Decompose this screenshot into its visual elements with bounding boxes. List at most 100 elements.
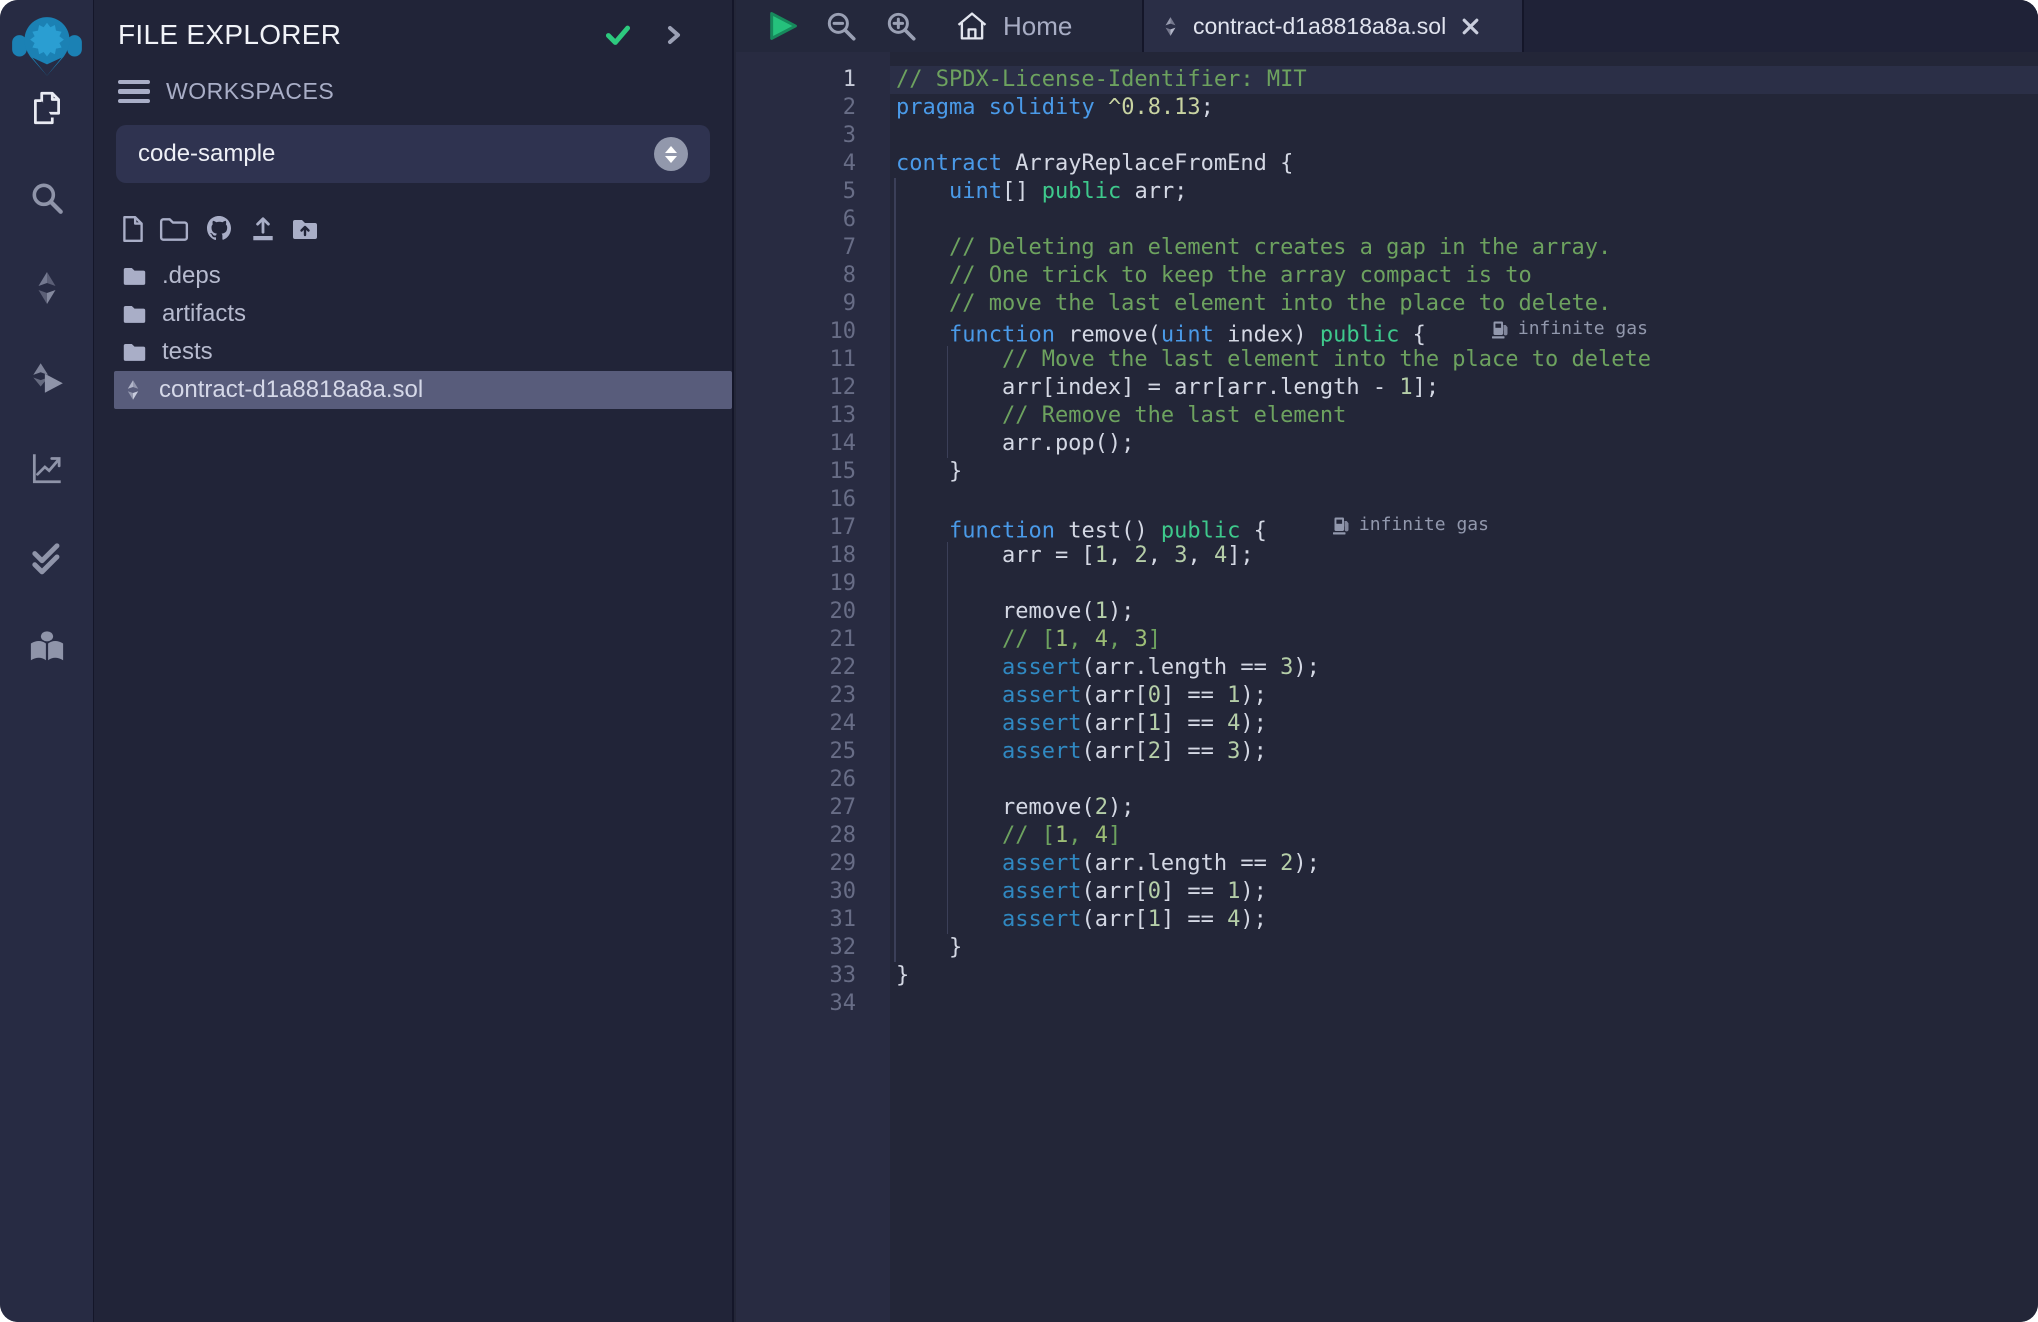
line-number[interactable]: 13 [736,402,890,430]
line-number[interactable]: 17 [736,514,890,542]
line-number[interactable]: 32 [736,934,890,962]
line-number[interactable]: 8 [736,262,890,290]
line-number[interactable]: 15 [736,458,890,486]
code-line[interactable]: function remove(uint index) public {infi… [890,318,2038,346]
folder-row-deps[interactable]: .deps [94,257,732,295]
remix-logo-icon[interactable] [10,6,84,80]
line-number[interactable]: 22 [736,654,890,682]
code-line[interactable]: remove(2); [890,794,2038,822]
close-tab-icon[interactable] [1460,16,1481,37]
tab-home[interactable]: Home [954,9,1072,43]
code-line[interactable] [890,990,2038,1018]
code-line[interactable]: arr = [1, 2, 3, 4]; [890,542,2038,570]
folder-row-artifacts[interactable]: artifacts [94,295,732,333]
code-line[interactable]: assert(arr[0] == 1); [890,878,2038,906]
code-line[interactable]: // Move the last element into the place … [890,346,2038,374]
code-line[interactable]: assert(arr[1] == 4); [890,710,2038,738]
line-number[interactable]: 14 [736,430,890,458]
code-line[interactable]: // [1, 4] [890,822,2038,850]
line-number[interactable]: 20 [736,598,890,626]
line-number[interactable]: 11 [736,346,890,374]
line-number[interactable]: 1 [736,66,890,94]
code-line[interactable]: // move the last element into the place … [890,290,2038,318]
new-folder-icon[interactable] [159,216,189,242]
code-line[interactable] [890,486,2038,514]
solidity-file-icon [122,378,144,402]
folder-row-tests[interactable]: tests [94,333,732,371]
line-number[interactable]: 33 [736,962,890,990]
line-number[interactable]: 7 [736,234,890,262]
line-number[interactable]: 9 [736,290,890,318]
github-clone-icon[interactable] [203,213,235,245]
line-number[interactable]: 4 [736,150,890,178]
code-line[interactable] [890,766,2038,794]
code-line[interactable]: uint[] public arr; [890,178,2038,206]
line-number[interactable]: 10 [736,318,890,346]
code-token: (arr[ [1081,683,1147,708]
workspace-select[interactable]: code-sample [116,125,710,183]
code-line[interactable] [890,570,2038,598]
line-number[interactable]: 16 [736,486,890,514]
line-number[interactable]: 34 [736,990,890,1018]
code-line[interactable]: pragma solidity ^0.8.13; [890,94,2038,122]
line-number[interactable]: 24 [736,710,890,738]
code-line[interactable]: assert(arr[0] == 1); [890,682,2038,710]
line-number[interactable]: 6 [736,206,890,234]
line-number[interactable]: 18 [736,542,890,570]
line-number[interactable]: 5 [736,178,890,206]
line-number[interactable]: 3 [736,122,890,150]
file-label: contract-d1a8818a8a.sol [159,376,423,404]
line-number[interactable]: 12 [736,374,890,402]
run-script-button[interactable] [766,9,800,43]
code-content[interactable]: // SPDX-License-Identifier: MITpragma so… [890,52,2038,1322]
sidebar-item-solidity-compiler[interactable] [0,260,94,316]
sidebar-item-solidity-analyzer[interactable] [0,440,94,496]
gas-estimate-label: infinite gas [1359,511,1489,539]
file-row-contract[interactable]: contract-d1a8818a8a.sol [114,371,732,409]
code-line[interactable]: // One trick to keep the array compact i… [890,262,2038,290]
code-line[interactable]: } [890,962,2038,990]
line-number[interactable]: 27 [736,794,890,822]
line-number[interactable]: 23 [736,682,890,710]
sidebar-item-file-explorer[interactable] [0,80,94,136]
line-number[interactable]: 21 [736,626,890,654]
code-line[interactable]: // Deleting an element creates a gap in … [890,234,2038,262]
code-line[interactable]: // [1, 4, 3] [890,626,2038,654]
line-number[interactable]: 19 [736,570,890,598]
sidebar-item-solidity-unit-testing[interactable] [0,530,94,586]
upload-file-icon[interactable] [249,215,277,243]
line-number[interactable]: 25 [736,738,890,766]
line-number[interactable]: 31 [736,906,890,934]
code-line[interactable]: remove(1); [890,598,2038,626]
line-number[interactable]: 29 [736,850,890,878]
tab-contract-file[interactable]: contract-d1a8818a8a.sol [1142,0,1524,52]
code-line[interactable]: arr.pop(); [890,430,2038,458]
code-line[interactable]: arr[index] = arr[arr.length - 1]; [890,374,2038,402]
code-line[interactable]: assert(arr[2] == 3); [890,738,2038,766]
sidebar-item-search[interactable] [0,170,94,226]
upload-folder-icon[interactable] [291,217,319,241]
workspaces-menu-icon[interactable] [118,80,150,104]
zoom-out-icon[interactable] [824,9,858,43]
code-line[interactable]: // SPDX-License-Identifier: MIT [890,66,2038,94]
code-area[interactable]: 1234567891011121314151617181920212223242… [736,52,2038,1322]
line-number[interactable]: 2 [736,94,890,122]
code-line[interactable]: contract ArrayReplaceFromEnd { [890,150,2038,178]
code-line[interactable] [890,206,2038,234]
code-line[interactable]: assert(arr.length == 3); [890,654,2038,682]
code-line[interactable]: assert(arr[1] == 4); [890,906,2038,934]
line-number[interactable]: 30 [736,878,890,906]
sidebar-item-learneth[interactable] [0,620,94,676]
code-line[interactable] [890,122,2038,150]
line-number[interactable]: 26 [736,766,890,794]
sidebar-item-deploy-and-run[interactable] [0,350,94,406]
new-file-icon[interactable] [121,215,145,243]
code-line[interactable]: function test() public {infinite gas [890,514,2038,542]
line-number[interactable]: 28 [736,822,890,850]
code-line[interactable]: } [890,934,2038,962]
code-line[interactable]: assert(arr.length == 2); [890,850,2038,878]
code-line[interactable]: // Remove the last element [890,402,2038,430]
zoom-in-icon[interactable] [884,9,918,43]
code-line[interactable]: } [890,458,2038,486]
panel-expand-chevron-icon[interactable] [660,21,688,49]
